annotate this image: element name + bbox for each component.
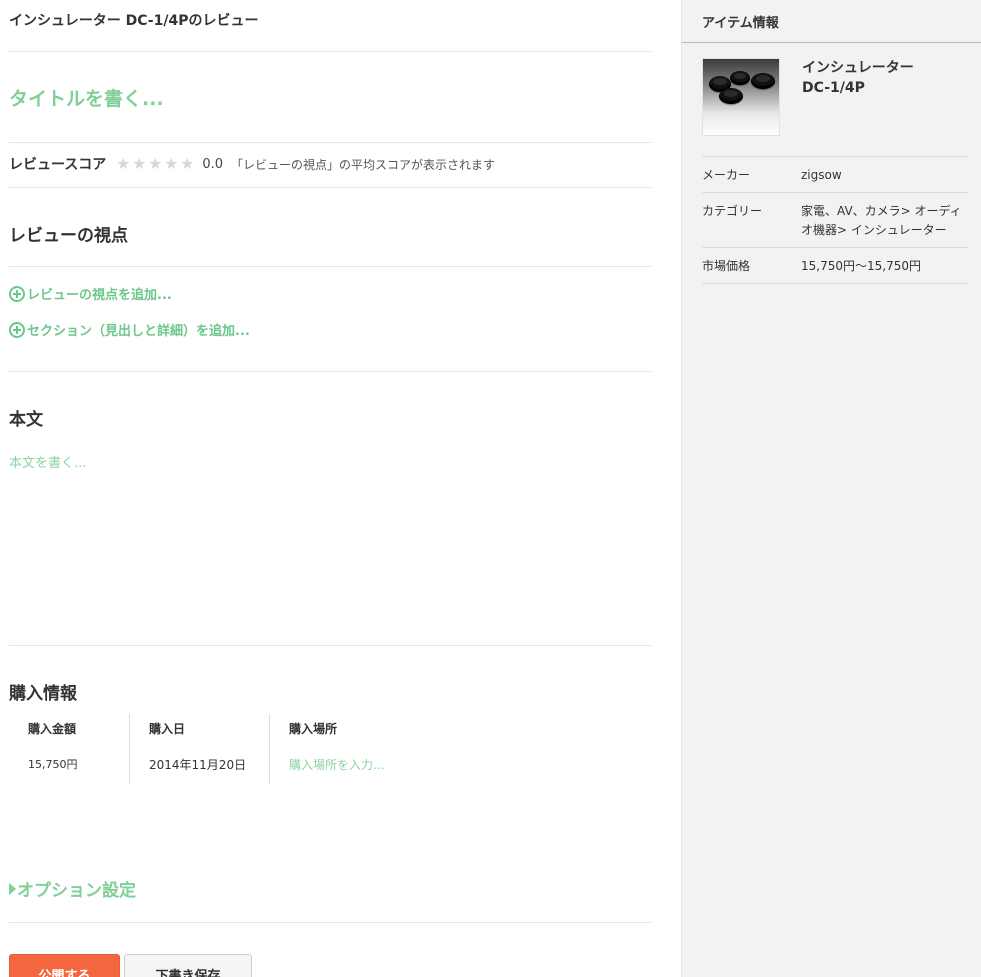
triangle-right-icon xyxy=(9,882,16,895)
purchase-price-value[interactable]: 15,750円 xyxy=(28,756,78,772)
purchase-place-input[interactable]: 購入場所を入力... xyxy=(289,756,384,773)
star-icon[interactable]: ★ xyxy=(179,156,195,172)
viewpoints-heading: レビューの視点 xyxy=(9,226,128,246)
plus-circle-icon xyxy=(9,285,25,302)
item-info-table: メーカー zigsow カテゴリー 家電、AV、カメラ> オーディオ機器> イン… xyxy=(702,156,968,284)
save-draft-button[interactable]: 下書き保存 xyxy=(124,954,252,977)
divider xyxy=(9,142,651,143)
add-section-label: セクション（見出しと詳細）を追加... xyxy=(27,324,250,339)
category-label: カテゴリー xyxy=(702,204,763,218)
maker-row: メーカー zigsow xyxy=(702,156,968,192)
sidebar-title: アイテム情報 xyxy=(702,16,779,31)
plus-circle-icon xyxy=(9,321,25,338)
divider xyxy=(9,922,651,923)
review-score-label: レビュースコア xyxy=(9,157,107,173)
purchase-heading: 購入情報 xyxy=(9,684,77,704)
publish-button[interactable]: 公開する xyxy=(9,954,120,977)
divider xyxy=(9,266,651,267)
review-score-row: レビュースコア ★ ★ ★ ★ ★ 0.0 「レビューの視点」の平均スコアが表示… xyxy=(9,154,495,174)
star-icon[interactable]: ★ xyxy=(163,156,179,172)
divider xyxy=(9,645,651,646)
review-editor: インシュレーター DC-1/4Pのレビュー タイトルを書く... レビュースコア… xyxy=(0,0,681,977)
add-section-link[interactable]: セクション（見出しと詳細）を追加... xyxy=(9,320,250,339)
add-viewpoint-label: レビューの視点を追加... xyxy=(27,288,172,303)
purchase-place-column: 購入場所 購入場所を入力... xyxy=(269,714,409,784)
body-input[interactable]: 本文を書く... xyxy=(9,452,86,471)
body-heading: 本文 xyxy=(9,410,43,430)
star-icon[interactable]: ★ xyxy=(131,156,147,172)
purchase-price-label: 購入金額 xyxy=(28,722,77,736)
market-price-value: 15,750円〜15,750円 xyxy=(801,259,921,273)
add-viewpoint-link[interactable]: レビューの視点を追加... xyxy=(9,284,172,303)
market-price-row: 市場価格 15,750円〜15,750円 xyxy=(702,247,968,284)
maker-value[interactable]: zigsow xyxy=(801,157,968,192)
divider xyxy=(9,51,651,52)
sidebar-header: アイテム情報 xyxy=(682,0,981,43)
divider xyxy=(9,371,651,372)
purchase-date-value[interactable]: 2014年11月20日 xyxy=(149,756,246,773)
score-value: 0.0 xyxy=(202,156,223,172)
purchase-date-column: 購入日 2014年11月20日 xyxy=(129,714,269,784)
divider xyxy=(9,187,651,188)
maker-label: メーカー xyxy=(702,168,751,182)
market-price-label: 市場価格 xyxy=(702,259,751,273)
purchase-place-label: 購入場所 xyxy=(289,722,338,736)
options-toggle[interactable]: オプション設定 xyxy=(9,876,136,901)
purchase-date-label: 購入日 xyxy=(149,722,186,736)
options-label: オプション設定 xyxy=(17,881,136,901)
score-note: 「レビューの視点」の平均スコアが表示されます xyxy=(231,157,496,172)
item-info-sidebar: アイテム情報 インシュレーター DC-1/4P メーカー zigsow カテゴリ… xyxy=(681,0,981,977)
product-thumbnail[interactable] xyxy=(702,58,780,136)
category-value[interactable]: 家電、AV、カメラ> オーディオ機器> インシュレーター xyxy=(801,193,968,247)
page-title: インシュレーター DC-1/4Pのレビュー xyxy=(9,13,259,29)
star-icon[interactable]: ★ xyxy=(115,156,131,172)
purchase-info-grid: 購入金額 15,750円 購入日 2014年11月20日 購入場所 購入場所を入… xyxy=(9,714,409,784)
star-rating[interactable]: ★ ★ ★ ★ ★ xyxy=(115,156,195,172)
purchase-price-column: 購入金額 15,750円 xyxy=(9,714,129,784)
category-row: カテゴリー 家電、AV、カメラ> オーディオ機器> インシュレーター xyxy=(702,192,968,247)
title-input[interactable]: タイトルを書く... xyxy=(9,84,164,111)
product-name[interactable]: インシュレーター DC-1/4P xyxy=(802,58,962,98)
star-icon[interactable]: ★ xyxy=(147,156,163,172)
